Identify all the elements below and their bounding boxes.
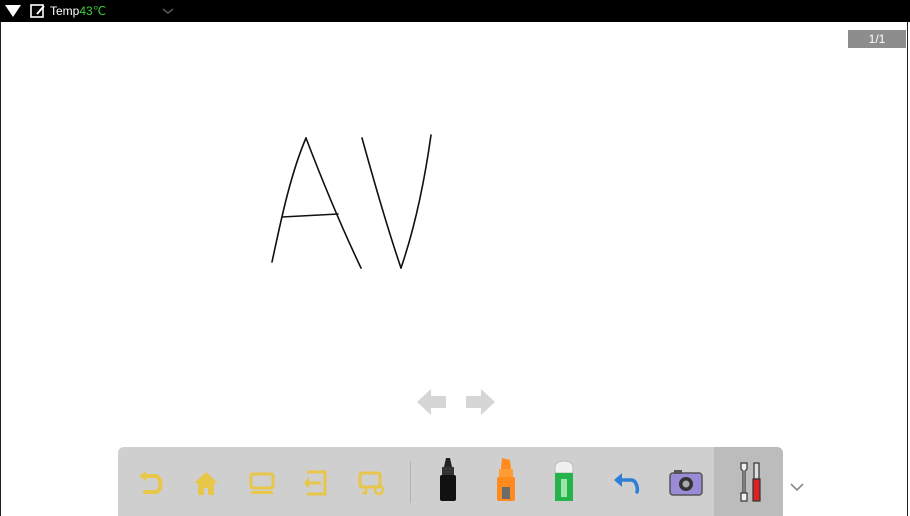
stroke-a-crossbar bbox=[281, 213, 339, 218]
stroke-v-right bbox=[400, 134, 432, 269]
page-navigation bbox=[414, 387, 498, 417]
chevron-down-icon[interactable] bbox=[786, 476, 808, 498]
next-page-arrow-icon[interactable] bbox=[466, 389, 495, 415]
previous-page-arrow-icon[interactable] bbox=[417, 389, 446, 415]
undo-icon[interactable] bbox=[608, 465, 644, 501]
bottom-toolbar bbox=[118, 447, 783, 516]
screen-settings-icon[interactable] bbox=[354, 465, 390, 501]
stroke-a-left bbox=[271, 137, 307, 263]
eraser-icon[interactable] bbox=[546, 457, 582, 503]
stroke-a-right bbox=[305, 137, 362, 269]
handwriting-strokes bbox=[271, 134, 432, 269]
camera-icon[interactable] bbox=[668, 465, 704, 501]
tools-icon[interactable] bbox=[732, 461, 768, 503]
toolbar-separator bbox=[410, 461, 411, 503]
back-icon[interactable] bbox=[134, 465, 170, 501]
highlighter-icon[interactable] bbox=[488, 457, 524, 503]
window-icon[interactable] bbox=[244, 465, 280, 501]
exit-icon[interactable] bbox=[298, 465, 334, 501]
stroke-v-left bbox=[361, 137, 402, 269]
marker-pen-icon[interactable] bbox=[430, 457, 466, 503]
home-icon[interactable] bbox=[188, 465, 224, 501]
